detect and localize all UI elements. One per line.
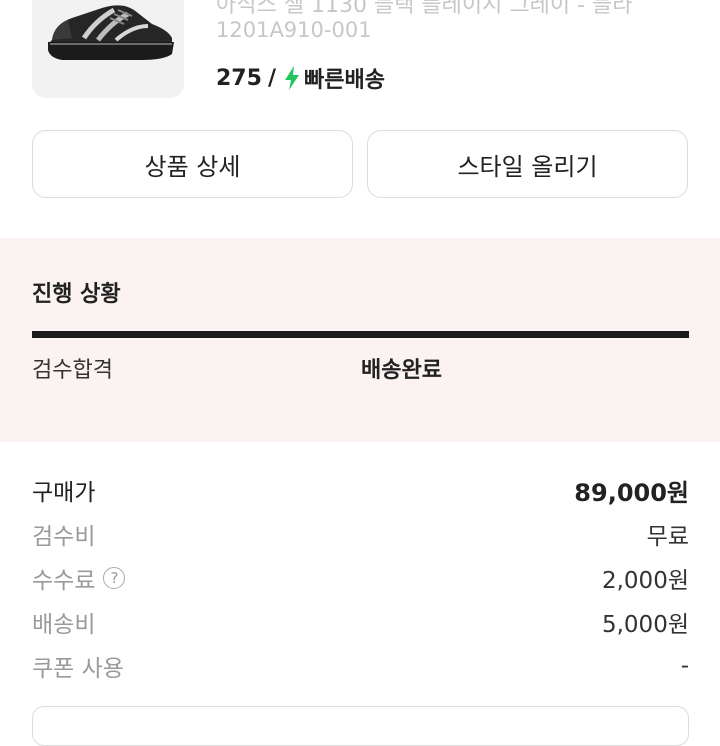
product-size: 275 [216, 65, 262, 91]
purchase-price-value: 89,000원 [574, 478, 689, 507]
progress-title: 진행 상황 [32, 282, 121, 307]
progress-section [0, 238, 720, 442]
commission-label-group: 수수료 ? [32, 561, 126, 595]
product-thumbnail[interactable] [32, 0, 184, 98]
coupon-row: 쿠폰 사용 - [32, 648, 689, 684]
progress-step-inspection-passed: 검수합격 [32, 358, 113, 383]
separator: / [267, 65, 276, 91]
bottom-card[interactable] [32, 706, 689, 746]
purchase-price-row: 구매가 89,000원 [32, 472, 689, 508]
coupon-value: - [680, 653, 689, 679]
shipping-fee-row: 배송비 5,000원 [32, 604, 689, 640]
progress-bar [32, 331, 689, 338]
delivery-type: 빠른배송 [303, 68, 385, 93]
commission-row: 수수료 ? 2,000원 [32, 560, 689, 596]
shipping-fee-value: 5,000원 [601, 612, 689, 638]
post-style-button[interactable]: 스타일 올리기 [367, 130, 688, 198]
shipping-fee-label: 배송비 [32, 612, 96, 638]
purchase-price-label: 구매가 [32, 480, 96, 506]
progress-step-delivered: 배송완료 [361, 358, 442, 383]
commission-value: 2,000원 [601, 568, 689, 594]
sneaker-image [48, 5, 174, 60]
product-detail-button[interactable]: 상품 상세 [32, 130, 353, 198]
product-code: 1201A910-001 [216, 18, 372, 42]
lightning-icon [284, 66, 300, 90]
inspection-fee-label: 검수비 [32, 524, 96, 550]
inspection-fee-value: 무료 [646, 524, 689, 550]
inspection-fee-row: 검수비 무료 [32, 516, 689, 552]
size-delivery-line: 275 / 빠른배송 [216, 62, 385, 94]
coupon-label: 쿠폰 사용 [32, 656, 124, 682]
commission-label: 수수료 [32, 568, 96, 594]
help-icon[interactable]: ? [103, 567, 126, 589]
product-name: 아식스 젤 1130 블랙 플레이시 그레이 - 블라 [216, 0, 633, 18]
